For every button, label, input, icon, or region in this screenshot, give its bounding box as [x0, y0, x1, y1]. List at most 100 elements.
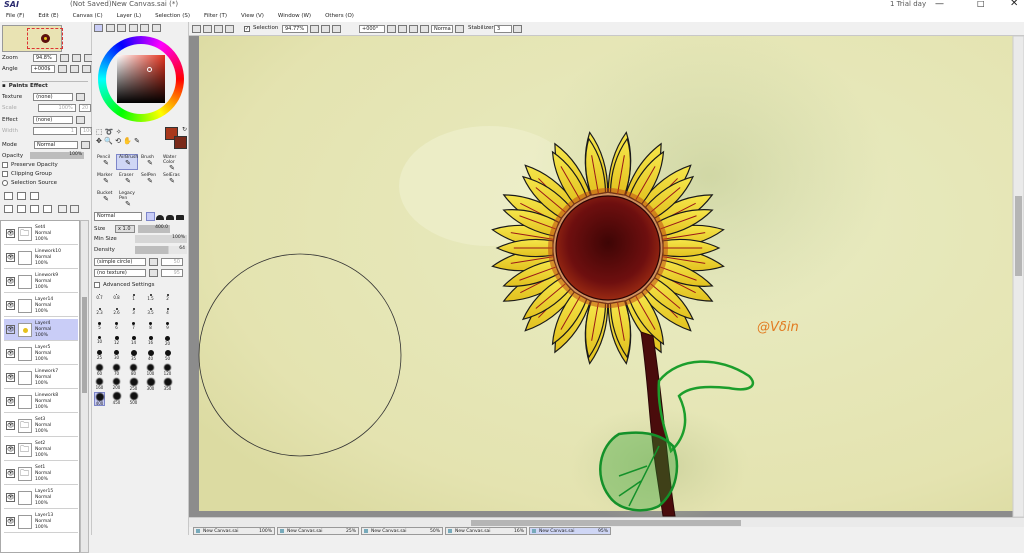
- layer-row[interactable]: 👁 Layer15 Normal 100%: [4, 487, 78, 509]
- brush-size-cell[interactable]: 300: [145, 378, 156, 392]
- tool-legacy-pen[interactable]: Legacy Pen ✎: [116, 190, 138, 208]
- brush-size-cell[interactable]: 8: [145, 322, 156, 336]
- brush-size-cell[interactable]: 35: [128, 350, 139, 364]
- canvas-tab[interactable]: New Canvas.sai 95%: [529, 527, 611, 535]
- angle-field[interactable]: +000$: [30, 65, 55, 73]
- brush-size-cell[interactable]: 12: [111, 336, 122, 350]
- canvas-rotate-right[interactable]: [398, 25, 407, 33]
- tool-selpen[interactable]: SelPen ✎: [138, 172, 160, 188]
- brush-texture-select[interactable]: (no texture): [94, 269, 146, 277]
- canvas-hscrollbar[interactable]: [189, 517, 1024, 527]
- tool-airbrush[interactable]: AirBrush ✎: [116, 154, 138, 170]
- canvas-rotate-reset[interactable]: [409, 25, 418, 33]
- texture-dropdown-button[interactable]: [76, 93, 86, 101]
- brush-size-cell[interactable]: 30: [111, 350, 122, 364]
- layer-visibility-icon[interactable]: 👁: [6, 493, 15, 502]
- scale-field[interactable]: 100%: [37, 104, 76, 112]
- brush-size-cell[interactable]: 80: [128, 364, 139, 378]
- menu-item-4[interactable]: Selection (S): [155, 13, 190, 19]
- layer-row[interactable]: 👁 🗀 Set2 Normal 100%: [4, 439, 78, 461]
- zoom-icon[interactable]: 🔍: [104, 137, 113, 145]
- zoom-in-button[interactable]: [71, 54, 81, 62]
- zoom-field[interactable]: 94.8%: [32, 54, 57, 62]
- canvas-drawing[interactable]: @Vδin: [189, 36, 1024, 517]
- color-mixer-mode-icon[interactable]: [129, 24, 138, 32]
- navigator-sliders[interactable]: [2, 76, 88, 82]
- brush-size-cell[interactable]: 40: [145, 350, 156, 364]
- layer-scrollbar[interactable]: [80, 220, 89, 553]
- canvas-tab[interactable]: New Canvas.sai 16%: [445, 527, 527, 535]
- brush-blend-select[interactable]: Normal: [94, 212, 142, 221]
- brush-size-cell[interactable]: 1.5: [145, 294, 156, 308]
- brush-shape-dropdown[interactable]: [149, 258, 158, 266]
- menu-item-3[interactable]: Layer (L): [117, 13, 141, 19]
- canvas-tab[interactable]: New Canvas.sai 100%: [193, 527, 275, 535]
- new-layer-icon[interactable]: [4, 192, 13, 200]
- menu-item-8[interactable]: Others (O): [325, 13, 354, 19]
- canvas-zoom-in[interactable]: [321, 25, 330, 33]
- canvas-tab[interactable]: New Canvas.sai 50%: [361, 527, 443, 535]
- effect-dropdown-button[interactable]: [75, 116, 85, 124]
- layer-visibility-icon[interactable]: 👁: [6, 517, 15, 526]
- tool-bucket[interactable]: Bucket ✎: [94, 190, 116, 206]
- tool-brush[interactable]: Brush ✎: [138, 154, 160, 170]
- width-num[interactable]: 100: [79, 127, 93, 135]
- rect-select-icon[interactable]: ⬚: [96, 128, 103, 136]
- canvas-mode-select[interactable]: Norma: [431, 25, 453, 33]
- rotate-reset-button[interactable]: [81, 65, 91, 73]
- hsv-slider-mode-icon[interactable]: [117, 24, 126, 32]
- layer-row[interactable]: 👁 Layer13 Normal 100%: [4, 511, 78, 533]
- size-multiplier[interactable]: x 1.0: [115, 225, 135, 233]
- view-icon-3[interactable]: [214, 25, 223, 33]
- selection-checkbox[interactable]: ✓: [244, 26, 250, 32]
- rotate-icon[interactable]: ⟲: [115, 137, 121, 145]
- brush-size-cell[interactable]: 70: [111, 364, 122, 378]
- canvas-vscroll-thumb[interactable]: [1015, 196, 1022, 276]
- tool-eraser[interactable]: Eraser ✎: [116, 172, 138, 188]
- brush-size-cell[interactable]: 350: [162, 378, 173, 392]
- canvas-angle-field[interactable]: +000°: [359, 25, 385, 33]
- new-linework-icon[interactable]: [17, 192, 26, 200]
- layer-visibility-icon[interactable]: 👁: [6, 325, 15, 334]
- brush-size-cell[interactable]: 60: [94, 364, 105, 378]
- brush-texture-dropdown[interactable]: [149, 269, 158, 277]
- canvas-flip-icon[interactable]: [420, 25, 429, 33]
- brush-size-cell[interactable]: 0.7: [94, 294, 105, 308]
- color-wheel[interactable]: [98, 36, 184, 122]
- min-size-slider[interactable]: 100%: [135, 235, 187, 243]
- layer-row[interactable]: 👁 🗀 Set1 Normal 100%: [4, 463, 78, 485]
- delete-layer-icon[interactable]: [43, 205, 52, 213]
- canvas-tab[interactable]: New Canvas.sai 25%: [277, 527, 359, 535]
- clipping-group-checkbox[interactable]: [2, 171, 8, 177]
- brush-shape-round3-icon[interactable]: [176, 215, 184, 220]
- layer-row[interactable]: 👁 Layer14 Normal 100%: [4, 295, 78, 317]
- texture-select[interactable]: (none): [33, 93, 74, 101]
- preserve-opacity-checkbox[interactable]: [2, 162, 8, 168]
- brush-size-cell[interactable]: 250: [128, 378, 139, 392]
- brush-size-cell[interactable]: 10: [94, 336, 105, 350]
- menu-item-7[interactable]: Window (W): [278, 13, 311, 19]
- effect-select[interactable]: (none): [32, 116, 73, 124]
- brush-size-cell[interactable]: 2: [162, 294, 173, 308]
- brush-size-cell[interactable]: 160: [94, 378, 105, 392]
- fit-view-icon[interactable]: [192, 25, 201, 33]
- copy-layer-icon[interactable]: [58, 205, 67, 213]
- menu-item-0[interactable]: File (F): [6, 13, 24, 19]
- layer-visibility-icon[interactable]: 👁: [6, 445, 15, 454]
- canvas-vscrollbar[interactable]: [1012, 36, 1024, 517]
- brush-size-cell[interactable]: 25: [94, 350, 105, 364]
- brush-texture-num[interactable]: 95: [161, 269, 183, 277]
- lasso-icon[interactable]: ➰: [105, 128, 114, 136]
- navigator-thumbnail[interactable]: [2, 25, 63, 52]
- brush-size-cell[interactable]: 2.6: [111, 308, 122, 322]
- brush-size-cell[interactable]: 2.3: [94, 308, 105, 322]
- brush-shape-round1-icon[interactable]: [156, 215, 164, 220]
- brush-size-cell[interactable]: 1: [128, 294, 139, 308]
- rotate-left-button[interactable]: [57, 65, 67, 73]
- hand-icon[interactable]: ✋: [123, 137, 132, 145]
- canvas-zoom-reset[interactable]: [332, 25, 341, 33]
- color-wheel-mode-icon[interactable]: [94, 24, 103, 32]
- swatches-mode-icon[interactable]: [140, 24, 149, 32]
- layer-visibility-icon[interactable]: 👁: [6, 301, 15, 310]
- layer-row[interactable]: 👁 Linework10 Normal 100%: [4, 247, 78, 269]
